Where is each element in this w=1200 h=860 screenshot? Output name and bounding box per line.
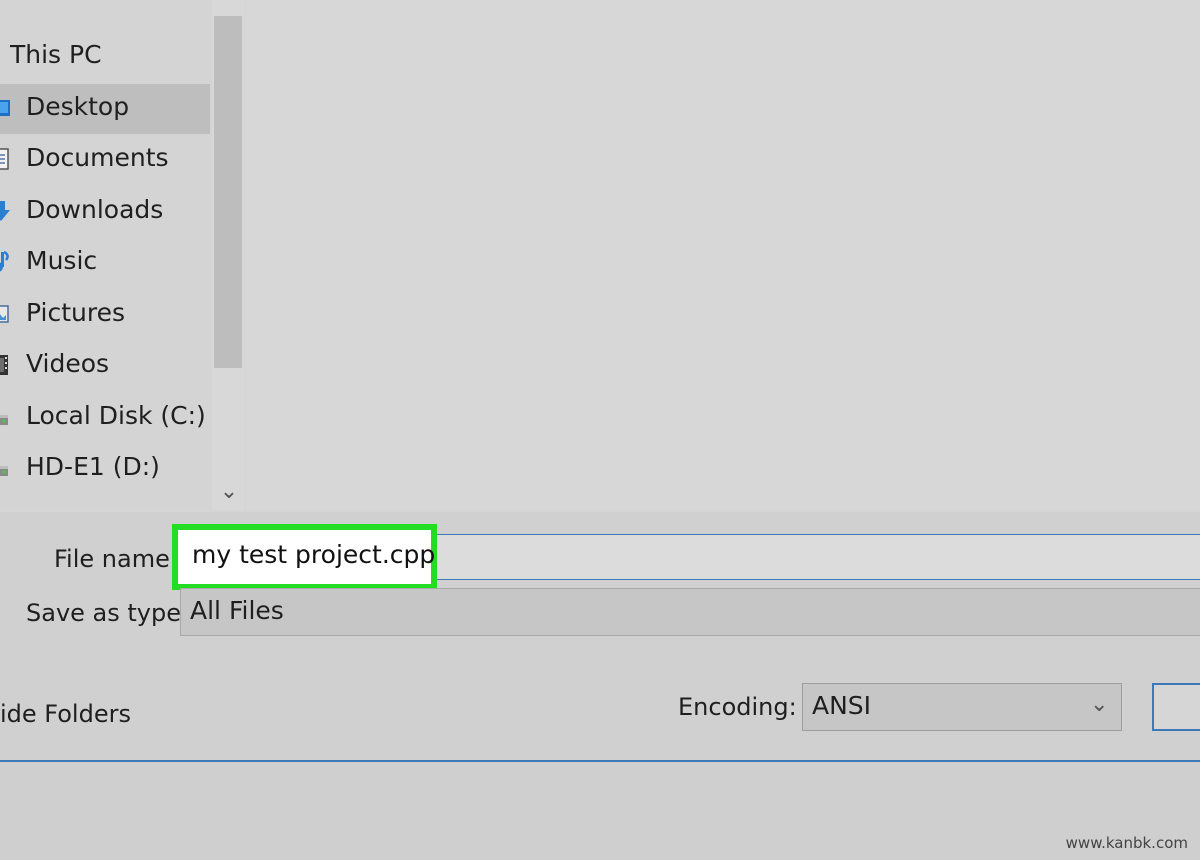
hide-folders-button[interactable]: ide Folders bbox=[0, 700, 131, 728]
nav-scrollbar-thumb[interactable] bbox=[214, 16, 242, 368]
save-button[interactable] bbox=[1152, 683, 1200, 731]
nav-item-local-disk-c[interactable]: Local Disk (C:) bbox=[0, 393, 210, 443]
nav-item-label: Videos bbox=[26, 349, 110, 378]
nav-item-label: Pictures bbox=[26, 298, 125, 327]
file-list-area[interactable] bbox=[245, 0, 1200, 510]
music-icon bbox=[0, 250, 9, 272]
drive-icon bbox=[0, 466, 8, 476]
save-as-type-select[interactable] bbox=[180, 588, 1200, 636]
chevron-down-icon[interactable]: ⌄ bbox=[1090, 692, 1108, 717]
save-as-type-label: Save as type: bbox=[26, 599, 190, 627]
file-name-value[interactable]: my test project.cpp bbox=[192, 540, 435, 569]
nav-item-this-pc[interactable]: This PC bbox=[0, 32, 210, 82]
navigation-pane: This PC Desktop Documents Downloads Musi… bbox=[0, 0, 245, 510]
drive-icon bbox=[0, 415, 8, 425]
nav-item-pictures[interactable]: Pictures bbox=[0, 290, 210, 340]
nav-item-label: This PC bbox=[10, 40, 102, 69]
nav-item-label: HD-E1 (D:) bbox=[26, 452, 160, 481]
encoding-value: ANSI bbox=[812, 691, 872, 720]
nav-item-music[interactable]: Music bbox=[0, 238, 210, 288]
nav-item-documents[interactable]: Documents bbox=[0, 135, 210, 185]
nav-item-desktop[interactable]: Desktop bbox=[0, 84, 210, 134]
nav-item-videos[interactable]: Videos bbox=[0, 341, 210, 391]
file-name-label: File name: bbox=[54, 545, 178, 573]
downloads-icon bbox=[0, 201, 10, 221]
videos-icon bbox=[0, 355, 8, 375]
nav-item-downloads[interactable]: Downloads bbox=[0, 187, 210, 237]
nav-item-label: Downloads bbox=[26, 195, 164, 224]
desktop-icon bbox=[0, 100, 10, 116]
watermark: www.kanbk.com bbox=[1065, 834, 1188, 852]
nav-item-label: Music bbox=[26, 246, 98, 275]
pictures-icon bbox=[0, 305, 9, 323]
nav-item-hd-e1-d[interactable]: HD-E1 (D:) bbox=[0, 444, 210, 494]
nav-item-label: Documents bbox=[26, 143, 169, 172]
dialog-border bbox=[0, 760, 1200, 762]
documents-icon bbox=[0, 148, 9, 170]
nav-item-label: Desktop bbox=[26, 92, 130, 121]
encoding-label: Encoding: bbox=[678, 693, 797, 721]
nav-item-label: Local Disk (C:) bbox=[26, 401, 206, 430]
chevron-down-icon[interactable]: ⌄ bbox=[217, 478, 241, 506]
save-as-type-value: All Files bbox=[190, 596, 284, 625]
